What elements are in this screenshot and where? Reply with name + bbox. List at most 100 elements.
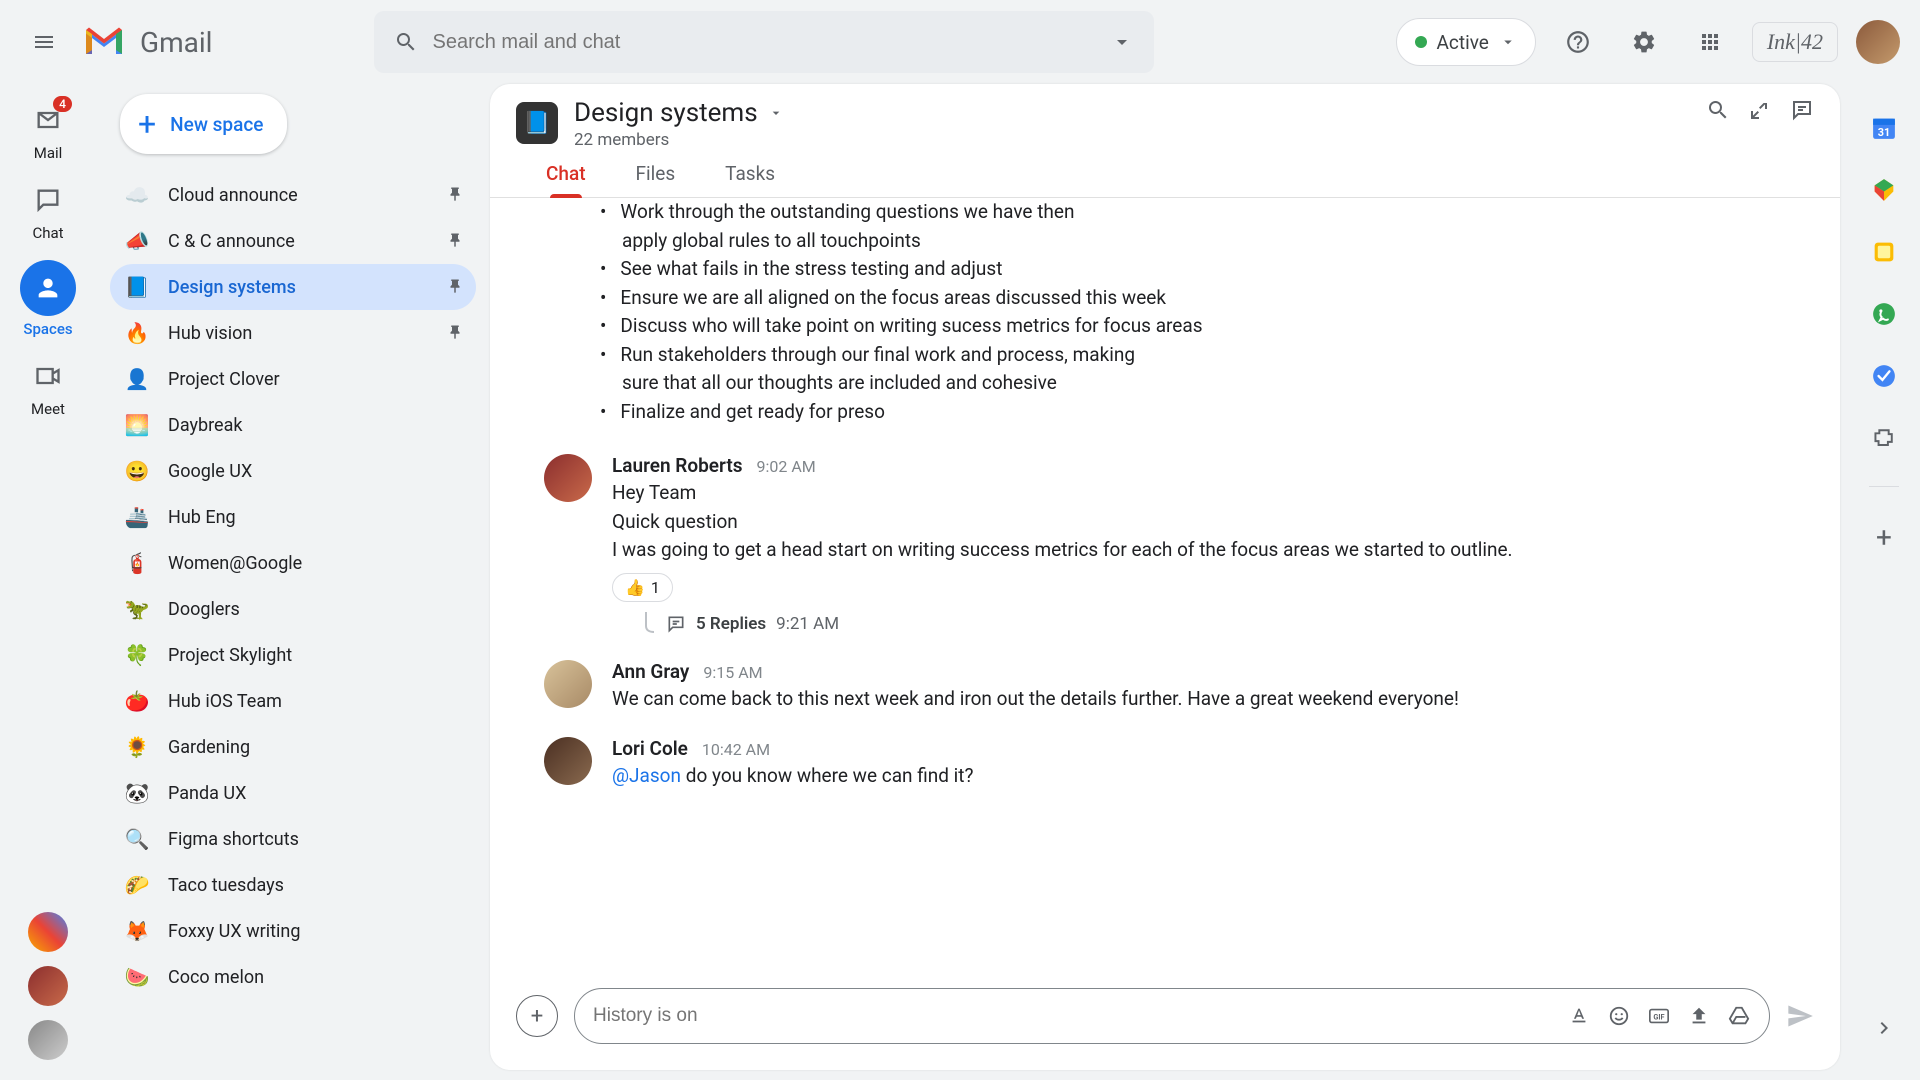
contact-shortcut-2[interactable] [28, 1020, 68, 1060]
pin-icon[interactable] [446, 186, 464, 204]
mail-badge: 4 [53, 96, 72, 112]
spaces-sidebar: + New space ☁️Cloud announce📣C & C annou… [96, 84, 490, 1080]
pin-icon[interactable] [446, 324, 464, 342]
sidebar-item[interactable]: 🔥Hub vision [110, 310, 476, 356]
search-options-icon[interactable] [1110, 30, 1134, 54]
message-author[interactable]: Lori Cole [612, 737, 688, 760]
bullet-item: See what fails in the stress testing and… [600, 255, 1810, 284]
pin-icon[interactable] [446, 278, 464, 296]
thread-branch-icon [642, 612, 656, 636]
apps-button[interactable] [1686, 18, 1734, 66]
message-author[interactable]: Ann Gray [612, 660, 689, 683]
mention[interactable]: @Jason [612, 764, 681, 787]
space-members[interactable]: 22 members [574, 130, 784, 150]
tab[interactable]: Files [636, 162, 676, 197]
sidebar-item-label: Taco tuesdays [168, 875, 284, 896]
account-avatar[interactable] [1856, 20, 1900, 64]
space-emoji-icon: 😀 [124, 459, 150, 483]
calendar-icon[interactable]: 31 [1870, 114, 1898, 142]
gmail-logo[interactable]: Gmail [80, 18, 212, 66]
sidebar-item[interactable]: 🌮Taco tuesdays [110, 862, 476, 908]
search-input[interactable] [432, 31, 1096, 54]
reaction-emoji-icon: 👍 [625, 578, 645, 597]
message-avatar[interactable] [544, 660, 592, 708]
addons-icon[interactable] [1870, 424, 1898, 452]
search-in-space-icon[interactable] [1706, 98, 1730, 122]
tab[interactable]: Chat [546, 162, 586, 197]
rail-item-mail[interactable]: 4 Mail [28, 100, 68, 162]
space-shortcut-1[interactable] [28, 912, 68, 952]
sidebar-item-label: Design systems [168, 277, 296, 298]
sidebar-item[interactable]: 🌻Gardening [110, 724, 476, 770]
message-avatar[interactable] [544, 737, 592, 785]
sidebar-item[interactable]: 🐼Panda UX [110, 770, 476, 816]
space-avatar[interactable]: 📘 [516, 102, 558, 144]
drive-icon[interactable] [1727, 1005, 1751, 1027]
gmail-icon [80, 18, 128, 66]
chevron-down-icon[interactable] [768, 105, 784, 121]
support-button[interactable] [1554, 18, 1602, 66]
message-time: 10:42 AM [702, 740, 770, 759]
open-thread-icon[interactable] [1790, 98, 1814, 122]
search-bar[interactable] [374, 11, 1154, 73]
svg-text:31: 31 [1878, 126, 1890, 139]
sidebar-item[interactable]: 🔍Figma shortcuts [110, 816, 476, 862]
workspace-brand[interactable]: Ink|42 [1752, 22, 1838, 62]
message: Lori Cole 10:42 AM @Jason do you know whe… [520, 729, 1810, 807]
space-emoji-icon: 🍀 [124, 643, 150, 667]
tab[interactable]: Tasks [725, 162, 775, 197]
pin-icon[interactable] [446, 232, 464, 250]
main-menu-button[interactable] [20, 18, 68, 66]
search-icon [394, 30, 418, 54]
sidebar-item[interactable]: 🍅Hub iOS Team [110, 678, 476, 724]
message-avatar[interactable] [544, 454, 592, 502]
composer-input[interactable] [593, 1005, 1551, 1027]
sidebar-item[interactable]: 🌅Daybreak [110, 402, 476, 448]
sidebar-item[interactable]: 🍉Coco melon [110, 954, 476, 1000]
sidebar-item[interactable]: 🦊Foxxy UX writing [110, 908, 476, 954]
space-emoji-icon: ☁️ [124, 183, 150, 207]
bullet-item: Discuss who will take point on writing s… [600, 312, 1810, 341]
sidebar-item[interactable]: 🧯Women@Google [110, 540, 476, 586]
apps-grid-icon [1698, 30, 1722, 54]
upload-icon[interactable] [1687, 1005, 1711, 1027]
rail-item-spaces[interactable]: Spaces [20, 260, 76, 338]
tasks-icon[interactable] [1870, 238, 1898, 266]
space-title[interactable]: Design systems [574, 98, 758, 128]
send-button[interactable] [1786, 1002, 1814, 1030]
sidebar-item[interactable]: ☁️Cloud announce [110, 172, 476, 218]
sidebar-item[interactable]: 👤Project Clover [110, 356, 476, 402]
new-space-button[interactable]: + New space [120, 94, 287, 154]
keep-icon[interactable] [1870, 176, 1898, 204]
gif-icon[interactable]: GIF [1647, 1005, 1671, 1027]
gear-icon [1631, 29, 1657, 55]
message-composer[interactable]: GIF [574, 988, 1770, 1044]
sidebar-item[interactable]: 🦖Dooglers [110, 586, 476, 632]
reaction-chip[interactable]: 👍1 [612, 573, 673, 602]
sidebar-item[interactable]: 😀Google UX [110, 448, 476, 494]
contacts-icon[interactable] [1870, 300, 1898, 328]
rail-item-meet[interactable]: Meet [28, 356, 68, 418]
add-attachment-button[interactable]: + [516, 995, 558, 1037]
rail-item-chat[interactable]: Chat [28, 180, 68, 242]
space-emoji-icon: 🔥 [124, 321, 150, 345]
sidebar-item[interactable]: 🍀Project Skylight [110, 632, 476, 678]
sidebar-item[interactable]: 🚢Hub Eng [110, 494, 476, 540]
settings-button[interactable] [1620, 18, 1668, 66]
maps-icon[interactable] [1870, 362, 1898, 390]
format-icon[interactable] [1567, 1005, 1591, 1027]
contact-shortcut-1[interactable] [28, 966, 68, 1006]
space-main: 📘 Design systems 22 members Chat Files Tas… [490, 84, 1840, 1070]
sidebar-item[interactable]: 📘Design systems [110, 264, 476, 310]
status-pill[interactable]: Active [1396, 18, 1536, 66]
message-time: 9:15 AM [703, 663, 762, 682]
chevron-right-icon[interactable] [1872, 1016, 1896, 1040]
get-addons-button[interactable]: + [1876, 521, 1892, 554]
emoji-icon[interactable] [1607, 1005, 1631, 1027]
sidebar-item[interactable]: 📣C & C announce [110, 218, 476, 264]
message: Lauren Roberts9:02 AM Hey TeamQuick ques… [520, 446, 1810, 652]
thread-summary[interactable]: 5 Replies9:21 AM [642, 612, 1810, 636]
message-body: @Jason do you know where we can find it? [612, 762, 1810, 791]
message-author[interactable]: Lauren Roberts [612, 454, 743, 477]
collapse-icon[interactable] [1748, 98, 1772, 122]
